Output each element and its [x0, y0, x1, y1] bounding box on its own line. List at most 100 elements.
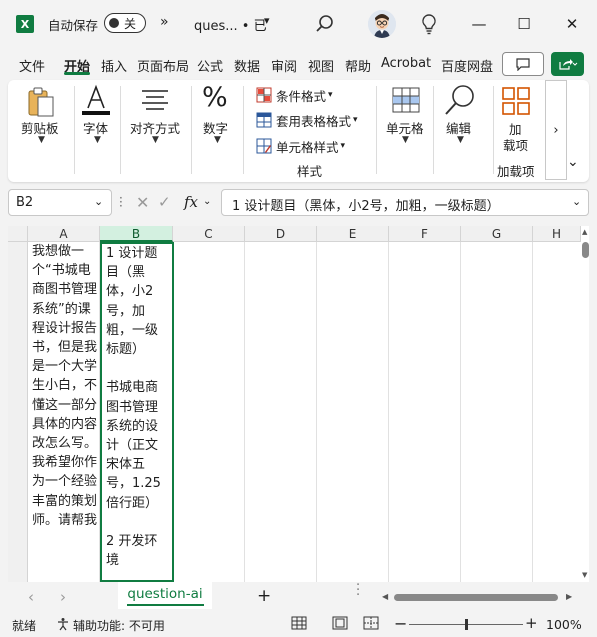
tab-view[interactable]: 视图: [308, 56, 334, 75]
formula-input[interactable]: 1 设计题目（黑体，小2号，加粗，一级标题）: [221, 189, 589, 216]
font-group[interactable]: 字体 ▼: [76, 80, 116, 182]
scroll-down-icon[interactable]: ▼: [582, 571, 587, 579]
scroll-left-icon[interactable]: ◀: [382, 592, 388, 601]
editing-group[interactable]: 编辑 ▼: [438, 80, 490, 182]
chevron-down-icon[interactable]: ⌄: [94, 195, 103, 208]
divider: [433, 86, 434, 174]
addins-icon: [502, 87, 530, 115]
active-tab-indicator: [64, 72, 90, 75]
paste-icon: [28, 87, 54, 117]
more-icon: · · ·: [119, 191, 123, 213]
chevron-down-icon: ▼: [152, 135, 159, 145]
scroll-up-icon[interactable]: ▲: [582, 228, 587, 236]
column-header-h[interactable]: H: [533, 226, 581, 242]
share-button[interactable]: [551, 52, 584, 76]
select-all-corner[interactable]: [8, 226, 28, 242]
addins-label-line2: 载项: [503, 138, 529, 153]
ribbon: 剪贴板 ▼ 字体 ▼ 对齐方式 ▼ % 数字 ▼ 条件格式 ▾ 套用表格格式 ▾…: [8, 80, 589, 182]
zoom-level[interactable]: 100%: [546, 617, 582, 632]
horizontal-scroll-thumb[interactable]: [394, 594, 558, 601]
scroll-right-icon[interactable]: ▶: [566, 592, 572, 601]
cancel-icon[interactable]: ✕: [136, 193, 149, 212]
tab-baidu-netdisk[interactable]: 百度网盘: [441, 56, 493, 75]
tab-help[interactable]: 帮助: [345, 56, 371, 75]
column-header-b[interactable]: B: [100, 226, 173, 242]
addins-group[interactable]: 加 载项 加载项: [496, 80, 542, 182]
column-header-d[interactable]: D: [245, 226, 317, 242]
accessibility-icon[interactable]: [56, 617, 70, 631]
expand-formula-bar-icon[interactable]: ⌄: [572, 195, 581, 208]
tab-insert[interactable]: 插入: [101, 56, 127, 75]
status-ready: 就绪: [12, 619, 37, 633]
zoom-slider-knob[interactable]: [465, 619, 468, 630]
chevron-down-icon: ▼: [94, 135, 101, 145]
tab-formulas[interactable]: 公式: [197, 56, 223, 75]
divider: [191, 86, 192, 174]
cell-styles-icon: [256, 138, 272, 154]
vertical-scroll-thumb[interactable]: [582, 242, 589, 258]
format-as-table-button[interactable]: 套用表格格式 ▾: [256, 109, 358, 131]
minimize-button[interactable]: —: [467, 12, 491, 36]
align-icon: [142, 90, 168, 110]
document-title[interactable]: ques... • 已: [194, 15, 267, 34]
avatar[interactable]: [368, 10, 396, 38]
cell-b2[interactable]: 1 设计题目（黑体，小2号，加粗，一级标题） 书城电商图书管理系统的设计（正文宋…: [100, 242, 174, 582]
more-commands-button[interactable]: »: [160, 14, 169, 30]
search-icon[interactable]: [314, 13, 336, 35]
normal-view-icon[interactable]: [291, 616, 307, 630]
confirm-icon[interactable]: ✓: [158, 193, 171, 211]
column-header-f[interactable]: F: [389, 226, 461, 242]
accessibility-status[interactable]: 辅助功能: 不可用: [73, 617, 165, 634]
column-header-g[interactable]: G: [461, 226, 533, 242]
worksheet-grid[interactable]: A B C D E F G H 我想做一个“书城电商图书管理系统”的课程设计报告…: [8, 226, 589, 582]
cells-group[interactable]: 单元格 ▼: [380, 80, 440, 182]
column-header-e[interactable]: E: [317, 226, 389, 242]
page-layout-view-icon[interactable]: [332, 616, 348, 630]
chevron-down-icon[interactable]: ▾: [264, 14, 270, 27]
zoom-in-button[interactable]: +: [525, 614, 538, 632]
column-header-c[interactable]: C: [173, 226, 245, 242]
next-sheet-button[interactable]: ›: [60, 588, 66, 606]
cell-styles-button[interactable]: 单元格样式 ▾: [256, 135, 345, 157]
cell-b2-paragraph: 书城电商图书管理系统的设计（正文宋体五号，1.25倍行距）: [106, 380, 161, 511]
cell-a2[interactable]: 我想做一个“书城电商图书管理系统”的课程设计报告书，但是我是一个大学生小白，不懂…: [28, 242, 100, 582]
conditional-formatting-button[interactable]: 条件格式 ▾: [256, 84, 333, 106]
prev-sheet-button[interactable]: ‹: [28, 588, 34, 606]
comments-button[interactable]: [502, 52, 544, 76]
collapse-ribbon-icon[interactable]: ⌄: [567, 154, 579, 170]
zoom-out-button[interactable]: −: [394, 614, 407, 633]
more-icon: · · ·: [356, 578, 361, 603]
ribbon-scroll-right-button[interactable]: ›: [545, 80, 567, 180]
gridline: [244, 242, 245, 582]
addins-group-label: 加载项: [497, 164, 535, 179]
lightbulb-icon[interactable]: [418, 12, 440, 36]
search-icon: [445, 85, 474, 115]
maximize-button[interactable]: ☐: [512, 12, 536, 36]
tab-review[interactable]: 审阅: [271, 56, 297, 75]
active-sheet-indicator: [127, 604, 204, 606]
vertical-scrollbar[interactable]: ▲ ▼: [581, 226, 589, 582]
divider: [120, 86, 121, 174]
chevron-down-icon[interactable]: ⌄: [203, 196, 211, 207]
row-header[interactable]: [8, 242, 28, 582]
tab-page-layout[interactable]: 页面布局: [137, 56, 189, 75]
autosave-label: 自动保存: [48, 18, 99, 33]
tab-acrobat[interactable]: Acrobat: [381, 56, 431, 71]
add-sheet-button[interactable]: +: [257, 586, 271, 606]
chevron-down-icon: ▼: [457, 135, 464, 145]
insert-function-icon[interactable]: fx: [184, 193, 198, 211]
column-header-a[interactable]: A: [28, 226, 100, 242]
chevron-down-icon: ▼: [214, 135, 221, 145]
close-button[interactable]: ✕: [560, 12, 584, 36]
chevron-down-icon: ▾: [328, 90, 333, 100]
comment-icon: [516, 58, 530, 71]
tab-data[interactable]: 数据: [234, 56, 260, 75]
alignment-group[interactable]: 对齐方式 ▼: [122, 80, 190, 182]
chevron-down-icon: ▼: [38, 135, 45, 145]
avatar-face-icon: [368, 10, 396, 38]
number-group[interactable]: % 数字 ▼: [194, 80, 238, 182]
autosave-toggle[interactable]: 关: [104, 13, 146, 33]
tab-file[interactable]: 文件: [19, 56, 45, 75]
page-break-view-icon[interactable]: [363, 616, 379, 630]
clipboard-group[interactable]: 剪贴板 ▼: [8, 80, 72, 182]
